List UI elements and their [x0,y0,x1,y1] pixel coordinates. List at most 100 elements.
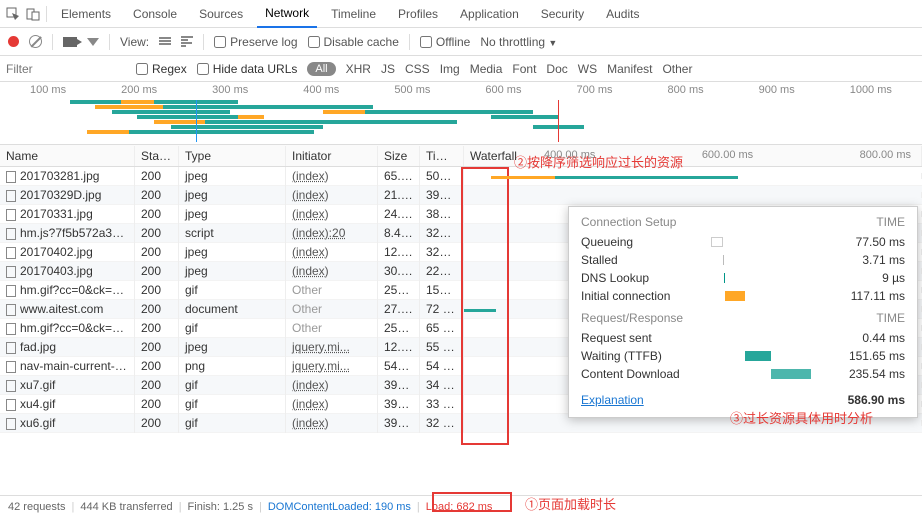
tooltip-stalled-value: 3.71 ms [811,253,905,267]
request-type: script [179,223,286,243]
filter-img[interactable]: Img [440,62,460,76]
tooltip-initconn-label: Initial connection [581,289,711,303]
request-type: document [179,299,286,319]
status-transferred: 444 KB transferred [80,501,172,513]
filter-input[interactable] [6,62,126,76]
filter-other[interactable]: Other [662,62,692,76]
filter-manifest[interactable]: Manifest [607,62,652,76]
throttling-select[interactable]: No throttling ▼ [480,35,557,49]
tooltip-explanation-link[interactable]: Explanation [581,393,644,407]
view-large-icon[interactable] [159,37,171,47]
separator [203,34,204,50]
view-small-icon[interactable] [181,36,193,47]
request-initiator[interactable]: (index) [292,397,329,411]
overview-ticks: 100 ms200 ms300 ms400 ms500 ms600 ms700 … [0,82,922,96]
tooltip-dns-label: DNS Lookup [581,271,711,285]
tab-sources[interactable]: Sources [191,1,251,27]
request-initiator[interactable]: Other [292,321,322,335]
annotation-1: ①页面加载时长 [525,494,616,513]
request-status: 200 [135,185,179,205]
request-time: 32 ms [420,413,464,433]
col-name[interactable]: Name [0,146,135,166]
filter-doc[interactable]: Doc [546,62,567,76]
tab-elements[interactable]: Elements [53,1,119,27]
filter-js[interactable]: JS [381,62,395,76]
request-type: jpeg [179,261,286,281]
tab-timeline[interactable]: Timeline [323,1,384,27]
status-finish: Finish: 1.25 s [188,501,253,513]
filter-all[interactable]: All [307,62,335,76]
request-time: 323 ... [420,242,464,262]
offline-checkbox[interactable]: Offline [420,35,470,49]
request-initiator[interactable]: (index) [292,378,329,392]
request-time: 54 ms [420,356,464,376]
col-initiator[interactable]: Initiator [286,146,378,166]
request-initiator[interactable]: jquery.mi... [292,359,350,373]
request-status: 200 [135,356,179,376]
filter-media[interactable]: Media [470,62,503,76]
regex-checkbox[interactable]: Regex [136,62,187,76]
filter-xhr[interactable]: XHR [346,62,371,76]
screenshot-icon[interactable] [63,37,77,47]
filter-icon[interactable] [87,38,99,46]
request-initiator[interactable]: (index) [292,188,329,202]
file-icon [6,399,16,411]
request-name: www.aitest.com [20,302,103,316]
filter-css[interactable]: CSS [405,62,430,76]
request-size: 24.2 ... [378,204,420,224]
request-initiator[interactable]: (index) [292,416,329,430]
request-time: 34 ms [420,375,464,395]
inspect-icon[interactable] [6,7,20,21]
request-size: 393 B [378,394,420,414]
clear-button[interactable] [29,35,42,48]
request-initiator[interactable]: Other [292,302,322,316]
request-initiator[interactable]: (index):20 [292,226,345,240]
file-icon [6,247,16,259]
col-time[interactable]: Time▼ [420,146,464,166]
tooltip-reqsent-value: 0.44 ms [811,331,905,345]
file-icon [6,209,16,221]
record-button[interactable] [8,36,19,47]
preserve-log-checkbox[interactable]: Preserve log [214,35,297,49]
request-initiator[interactable]: (index) [292,245,329,259]
tab-security[interactable]: Security [533,1,592,27]
request-time: 509 ... [420,167,464,186]
timing-tooltip: Connection SetupTIME Queueing77.50 ms St… [568,206,918,418]
col-waterfall[interactable]: Waterfall 400.00 ms600.00 ms800.00 ms [464,146,922,166]
request-initiator[interactable]: (index) [292,207,329,221]
disable-cache-checkbox[interactable]: Disable cache [308,35,399,49]
col-size[interactable]: Size [378,146,420,166]
file-icon [6,342,16,354]
status-requests: 42 requests [8,501,65,513]
request-status: 200 [135,223,179,243]
tab-audits[interactable]: Audits [598,1,647,27]
col-status[interactable]: Status [135,146,179,166]
col-type[interactable]: Type [179,146,286,166]
request-name: 20170329D.jpg [20,188,101,202]
filter-ws[interactable]: WS [578,62,597,76]
tab-profiles[interactable]: Profiles [390,1,446,27]
overview-timeline[interactable]: 100 ms200 ms300 ms400 ms500 ms600 ms700 … [0,82,922,145]
tab-network[interactable]: Network [257,0,317,28]
request-name: 20170331.jpg [20,207,93,221]
request-size: 8.4 KB [378,223,420,243]
tab-application[interactable]: Application [452,1,527,27]
file-icon [6,266,16,278]
request-time: 153 ... [420,280,464,300]
request-initiator[interactable]: jquery.mi... [292,340,350,354]
request-initiator[interactable]: (index) [292,169,329,183]
request-time: 65 ms [420,318,464,338]
tooltip-download-value: 235.54 ms [811,367,905,381]
request-status: 200 [135,242,179,262]
filter-font[interactable]: Font [512,62,536,76]
hide-data-urls-checkbox[interactable]: Hide data URLs [197,62,298,76]
request-initiator[interactable]: Other [292,283,322,297]
request-status: 200 [135,204,179,224]
tooltip-ttfb-label: Waiting (TTFB) [581,349,711,363]
tab-console[interactable]: Console [125,1,185,27]
request-waterfall [464,192,922,198]
table-header: Name Status Type Initiator Size Time▼ Wa… [0,145,922,167]
request-initiator[interactable]: (index) [292,264,329,278]
device-icon[interactable] [26,7,40,21]
request-type: gif [179,375,286,395]
